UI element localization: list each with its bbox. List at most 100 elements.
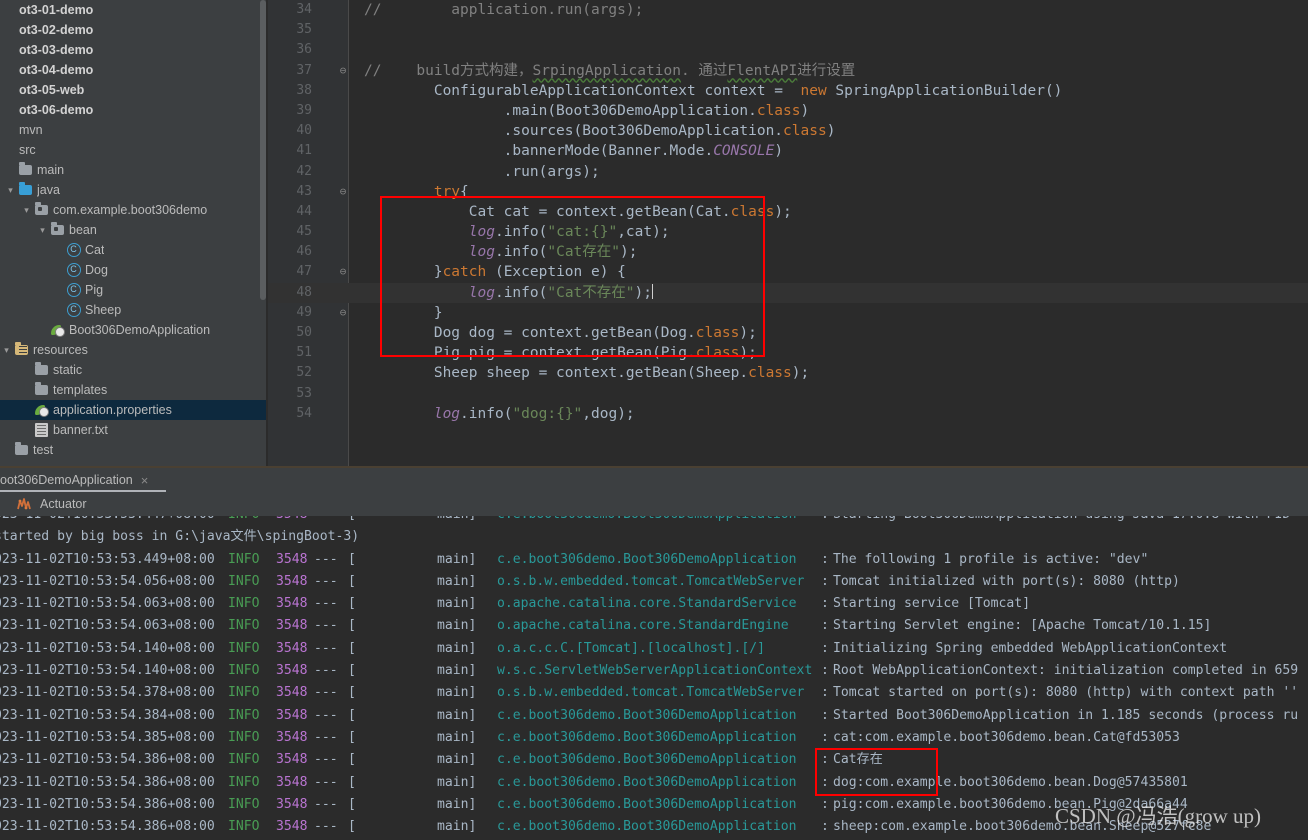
tree-item-resources[interactable]: ▾ resources	[0, 340, 268, 360]
code-line-44[interactable]: 44 Cat cat = context.getBean(Cat.class);	[268, 202, 1308, 222]
code-line-52[interactable]: 52 Sheep sheep = context.getBean(Sheep.c…	[268, 363, 1308, 383]
code-line-46[interactable]: 46 log.info("Cat存在");	[268, 242, 1308, 262]
project-tree-panel[interactable]: ▾ot3-01-demo▾ot3-02-demo▾ot3-03-demo▾ot3…	[0, 0, 268, 466]
chevron-down-icon[interactable]: ▾	[36, 220, 49, 240]
log-timestamp: 023-11-02T10:53:53.447+08:00	[0, 516, 215, 526]
actuator-tab[interactable]: Actuator	[0, 492, 1308, 516]
log-colon: :	[821, 551, 829, 567]
code-editor[interactable]: 34 // application.run(args); 35 36 37 ⊖ // bui…	[268, 0, 1308, 466]
tree-item-cat[interactable]: ▾CCat	[0, 240, 268, 260]
class-icon: C	[65, 240, 82, 260]
console-line: 023-11-02T10:53:54.385+08:00 INFO 3548 --- […	[0, 727, 1308, 749]
code-line-47[interactable]: 47 ⊖ }catch (Exception e) {	[268, 262, 1308, 282]
chevron-placeholder: ▾	[20, 380, 33, 400]
tree-item-mvn[interactable]: ▾mvn	[0, 120, 268, 140]
code-line-35[interactable]: 35	[268, 20, 1308, 40]
tree-item-label: application.properties	[53, 403, 172, 417]
chevron-down-icon[interactable]: ▾	[20, 200, 33, 220]
tree-item-main[interactable]: ▾ main	[0, 160, 268, 180]
tree-item-templates[interactable]: ▾ templates	[0, 380, 268, 400]
close-icon[interactable]: ×	[141, 473, 149, 488]
fold-toggle-icon[interactable]: ⊖	[336, 182, 350, 202]
code-line-42[interactable]: 42 .run(args);	[268, 162, 1308, 182]
code-line-40[interactable]: 40 .sources(Boot306DemoApplication.class…	[268, 121, 1308, 141]
tree-item-bean[interactable]: ▾ bean	[0, 220, 268, 240]
log-dashes: ---	[314, 796, 338, 812]
line-number: 35	[296, 22, 312, 38]
run-tab-boot306demoapplication[interactable]: oot306DemoApplication ×	[0, 468, 156, 492]
code-line-38[interactable]: 38 ConfigurableApplicationContext contex…	[268, 81, 1308, 101]
log-pid: 3548	[276, 774, 308, 790]
log-dashes: ---	[314, 551, 338, 567]
code-line-36[interactable]: 36	[268, 40, 1308, 60]
code-line-41[interactable]: 41 .bannerMode(Banner.Mode.CONSOLE)	[268, 141, 1308, 161]
tree-item-ot3-06-demo[interactable]: ▾ot3-06-demo	[0, 100, 268, 120]
fold-toggle-icon[interactable]: ⊖	[336, 262, 350, 282]
tree-item-ot3-02-demo[interactable]: ▾ot3-02-demo	[0, 20, 268, 40]
code-line-51[interactable]: 51 Pig pig = context.getBean(Pig.class);	[268, 343, 1308, 363]
fold-toggle-icon[interactable]: ⊖	[336, 61, 350, 81]
log-dashes: ---	[314, 685, 338, 701]
tree-item-src[interactable]: ▾src	[0, 140, 268, 160]
tree-item-ot3-05-web[interactable]: ▾ot3-05-web	[0, 80, 268, 100]
chevron-down-icon[interactable]: ▾	[4, 180, 17, 200]
code-line-49[interactable]: 49 ⊖ }	[268, 303, 1308, 323]
log-dashes: ---	[314, 663, 338, 679]
tree-item-com-example-boot306demo[interactable]: ▾ com.example.boot306demo	[0, 200, 268, 220]
log-colon: :	[821, 685, 829, 701]
code-line-39[interactable]: 39 .main(Boot306DemoApplication.class)	[268, 101, 1308, 121]
log-timestamp: 023-11-02T10:53:54.384+08:00	[0, 707, 215, 723]
code-line-45[interactable]: 45 log.info("cat:{}",cat);	[268, 222, 1308, 242]
tree-item-pig[interactable]: ▾CPig	[0, 280, 268, 300]
tree-item-java[interactable]: ▾ java	[0, 180, 268, 200]
chevron-placeholder: ▾	[36, 320, 49, 340]
code-lines[interactable]: 34 // application.run(args); 35 36 37 ⊖ // bui…	[268, 0, 1308, 424]
line-number: 36	[296, 42, 312, 58]
tree-item-static[interactable]: ▾ static	[0, 360, 268, 380]
tree-item-label: main	[37, 163, 65, 177]
log-timestamp: 023-11-02T10:53:54.140+08:00	[0, 640, 215, 656]
code-line-34[interactable]: 34 // application.run(args);	[268, 0, 1308, 20]
code-line-48[interactable]: 48 log.info("Cat不存在");	[268, 282, 1308, 303]
log-level: INFO	[228, 596, 260, 612]
log-dashes: ---	[314, 819, 338, 835]
log-timestamp: 023-11-02T10:53:54.140+08:00	[0, 663, 215, 679]
tree-item-test[interactable]: ▾ test	[0, 440, 268, 460]
console-output[interactable]: 023-11-02T10:53:53.447+08:00 INFO 3548 --- […	[0, 516, 1308, 840]
tree-item-ot3-03-demo[interactable]: ▾ot3-03-demo	[0, 40, 268, 60]
run-tab-bar[interactable]: oot306DemoApplication ×	[0, 468, 1308, 492]
console-line: 023-11-02T10:53:54.384+08:00 INFO 3548 --- […	[0, 705, 1308, 727]
code-line-53[interactable]: 53	[268, 384, 1308, 404]
run-tab-label: oot306DemoApplication	[0, 473, 133, 487]
tree-item-application-properties[interactable]: ▾ application.properties	[0, 400, 268, 420]
tree-item-ot3-01-demo[interactable]: ▾ot3-01-demo	[0, 0, 268, 20]
tree-item-label: Dog	[85, 263, 108, 277]
chevron-down-icon[interactable]: ▾	[0, 340, 13, 360]
fold-toggle-icon[interactable]: ⊖	[336, 303, 350, 323]
log-bracket: [	[348, 774, 356, 790]
tree-item-sheep[interactable]: ▾CSheep	[0, 300, 268, 320]
log-bracket: [	[348, 596, 356, 612]
code-line-37[interactable]: 37 ⊖ // build方式构建，SrpingApplication. 通过Fle…	[268, 61, 1308, 81]
log-colon: :	[821, 516, 829, 526]
console-line: 023-11-02T10:53:54.063+08:00 INFO 3548 --- […	[0, 593, 1308, 615]
code-line-54[interactable]: 54 log.info("dog:{}",dog);	[268, 404, 1308, 424]
log-message: Initializing Spring embedded WebApplicat…	[833, 640, 1228, 656]
tree-item-boot306demoapplication[interactable]: ▾ Boot306DemoApplication	[0, 320, 268, 340]
log-thread: main]	[437, 618, 477, 634]
class-icon: C	[65, 300, 82, 320]
log-level: INFO	[228, 819, 260, 835]
console-line: 023-11-02T10:53:54.378+08:00 INFO 3548 --- […	[0, 682, 1308, 704]
log-bracket: [	[348, 729, 356, 745]
code-line-50[interactable]: 50 Dog dog = context.getBean(Dog.class);	[268, 323, 1308, 343]
code-line-43[interactable]: 43 ⊖ try{	[268, 182, 1308, 202]
tree-item-label: Pig	[85, 283, 104, 297]
tree-item-dog[interactable]: ▾CDog	[0, 260, 268, 280]
chevron-placeholder: ▾	[4, 120, 17, 140]
code-text: Cat cat = context.getBean(Cat.class);	[364, 203, 792, 220]
tree-item-label: templates	[53, 383, 108, 397]
project-tree-list[interactable]: ▾ot3-01-demo▾ot3-02-demo▾ot3-03-demo▾ot3…	[0, 0, 268, 460]
log-colon: :	[821, 774, 829, 790]
tree-item-banner-txt[interactable]: ▾ banner.txt	[0, 420, 268, 440]
tree-item-ot3-04-demo[interactable]: ▾ot3-04-demo	[0, 60, 268, 80]
